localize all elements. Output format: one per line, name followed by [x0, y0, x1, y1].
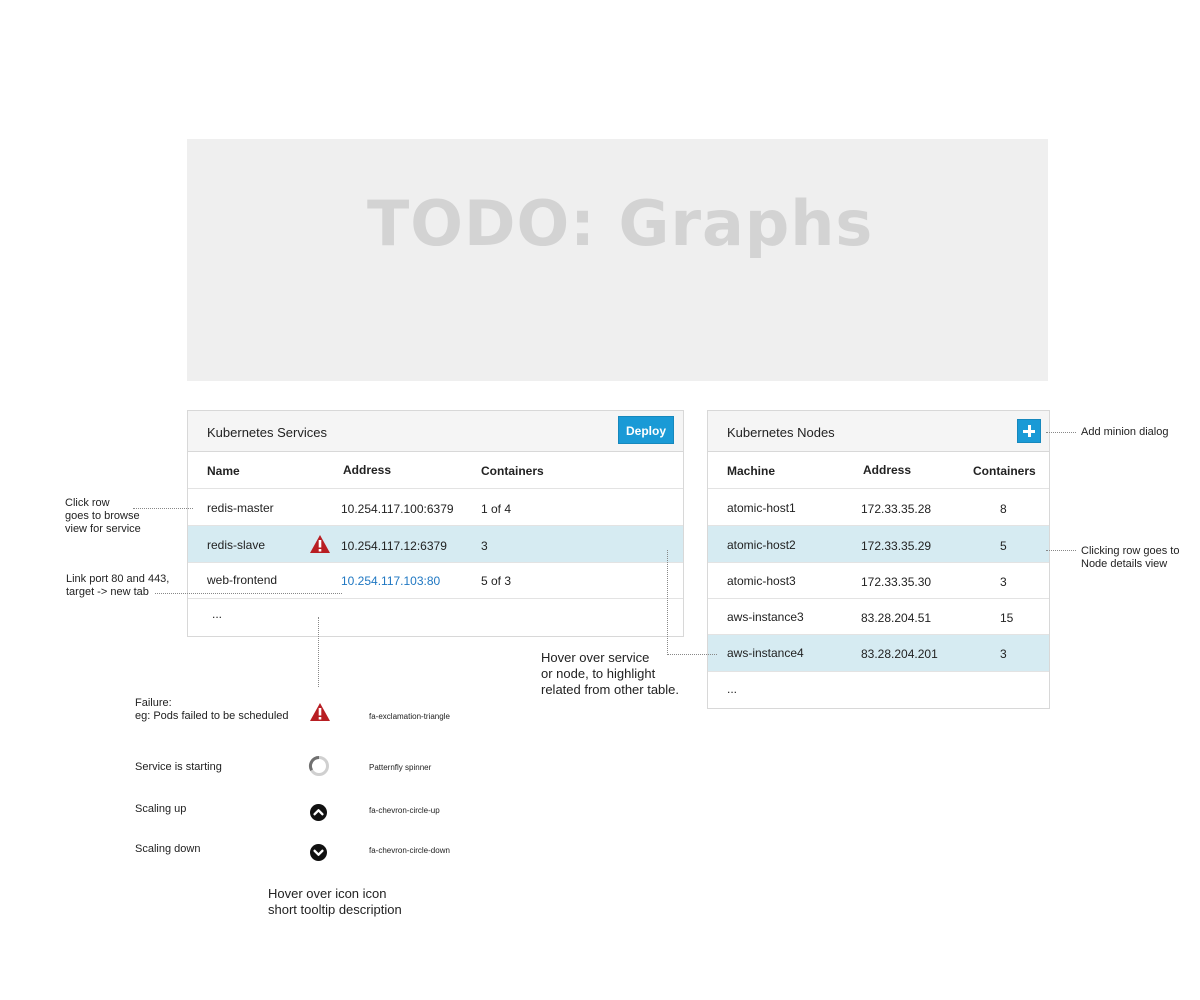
node-address: 172.33.35.30 — [861, 575, 932, 589]
exclamation-triangle-icon[interactable] — [309, 534, 331, 557]
legend-icon-name: Patternfly spinner — [369, 763, 432, 772]
node-containers: 15 — [1000, 611, 1014, 625]
table-row[interactable]: atomic-host1 172.33.35.28 8 — [708, 489, 1049, 526]
table-row[interactable]: aws-instance3 83.28.204.51 15 — [708, 599, 1049, 635]
node-machine: atomic-host1 — [727, 501, 796, 515]
table-row[interactable]: redis-master 10.254.117.100:6379 1 of 4 — [188, 489, 683, 526]
legend-icon-name: fa-exclamation-triangle — [369, 712, 450, 721]
annotation-connector — [1046, 550, 1076, 551]
plus-icon — [1028, 425, 1031, 437]
annotation-connector — [133, 508, 193, 509]
graphs-placeholder-text: TODO: Graphs — [367, 187, 874, 260]
node-machine: aws-instance4 — [727, 646, 804, 660]
services-panel: Kubernetes Services Deploy Name Address … — [187, 410, 684, 637]
add-minion-button[interactable] — [1017, 419, 1041, 443]
column-header-address: Address — [343, 463, 392, 477]
column-header-address: Address — [863, 463, 912, 477]
nodes-panel-header: Kubernetes Nodes — [708, 411, 1049, 452]
legend-label-scaling-down: Scaling down — [135, 843, 201, 855]
node-containers: 5 — [1000, 539, 1007, 553]
node-machine: aws-instance3 — [727, 610, 804, 624]
legend-icon-name: fa-chevron-circle-down — [369, 846, 450, 855]
legend-label-failure: Failure: eg: Pods failed to be scheduled — [135, 697, 289, 722]
annotation-connector — [318, 617, 319, 687]
column-header-containers: Containers — [973, 464, 1036, 478]
nodes-panel: Kubernetes Nodes Machine Address Contain… — [707, 410, 1050, 709]
column-header-name: Name — [207, 464, 240, 478]
annotation-connector — [667, 654, 717, 655]
node-address: 172.33.35.29 — [861, 539, 932, 553]
annotation-hover-service: Hover over service or node, to highlight… — [541, 650, 680, 697]
service-containers: 1 of 4 — [481, 502, 512, 516]
nodes-panel-title: Kubernetes Nodes — [727, 425, 835, 440]
table-row-more[interactable]: ... — [708, 672, 1049, 709]
node-containers: 3 — [1000, 647, 1007, 661]
table-row[interactable]: atomic-host3 172.33.35.30 3 — [708, 563, 1049, 599]
more-indicator: ... — [727, 682, 738, 696]
chevron-circle-down-icon[interactable] — [310, 844, 327, 866]
chevron-circle-up-icon[interactable] — [310, 804, 327, 826]
services-table-header: Name Address Containers — [188, 452, 683, 489]
node-containers: 3 — [1000, 575, 1007, 589]
service-containers: 3 — [481, 539, 488, 553]
node-address: 172.33.35.28 — [861, 502, 932, 516]
annotation-click-row: Click row goes to browse view for servic… — [65, 497, 141, 535]
services-panel-header: Kubernetes Services Deploy — [188, 411, 683, 452]
deploy-button[interactable]: Deploy — [618, 416, 674, 444]
graphs-placeholder: TODO: Graphs — [187, 139, 1048, 381]
annotation-hover-icon: Hover over icon icon short tooltip descr… — [268, 886, 402, 917]
service-containers: 5 of 3 — [481, 574, 512, 588]
table-row[interactable]: atomic-host2 172.33.35.29 5 — [708, 526, 1049, 563]
table-row[interactable]: redis-slave 10.254.117.12:6379 3 — [188, 526, 683, 563]
annotation-add-minion: Add minion dialog — [1081, 426, 1169, 438]
legend-label-scaling-up: Scaling up — [135, 803, 187, 815]
service-address: 10.254.117.12:6379 — [341, 539, 447, 553]
annotation-connector — [667, 550, 668, 655]
more-indicator: ... — [212, 607, 223, 621]
column-header-containers: Containers — [481, 464, 544, 478]
service-name: web-frontend — [207, 573, 278, 587]
node-address: 83.28.204.201 — [861, 647, 938, 661]
exclamation-triangle-icon[interactable] — [309, 702, 331, 727]
spinner-icon[interactable] — [308, 755, 330, 782]
table-row-more[interactable]: ... — [188, 599, 683, 636]
node-machine: atomic-host2 — [727, 538, 796, 552]
node-address: 83.28.204.51 — [861, 611, 932, 625]
column-header-machine: Machine — [727, 464, 776, 478]
annotation-clicking-row: Clicking row goes to Node details view — [1081, 545, 1180, 570]
annotation-link-port: Link port 80 and 443, target -> new tab — [66, 573, 170, 598]
service-name: redis-master — [207, 501, 274, 515]
legend-icon-name: fa-chevron-circle-up — [369, 806, 440, 815]
table-row[interactable]: aws-instance4 83.28.204.201 3 — [708, 635, 1049, 672]
node-containers: 8 — [1000, 502, 1007, 516]
node-machine: atomic-host3 — [727, 574, 796, 588]
annotation-connector — [155, 593, 342, 594]
legend-label-starting: Service is starting — [135, 761, 222, 773]
annotation-connector — [1046, 432, 1076, 433]
services-panel-title: Kubernetes Services — [207, 425, 327, 440]
service-name: redis-slave — [207, 538, 266, 552]
service-address-link[interactable]: 10.254.117.103:80 — [341, 574, 440, 588]
nodes-table-header: Machine Address Containers — [708, 452, 1049, 489]
service-address: 10.254.117.100:6379 — [341, 502, 454, 516]
